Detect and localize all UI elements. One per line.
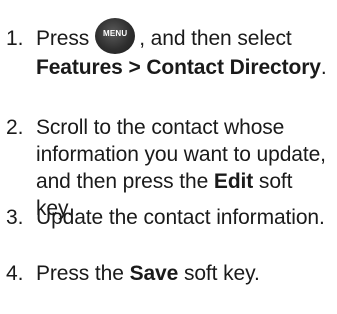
step-text-segment: Press bbox=[36, 27, 90, 50]
step-text: Press MENU , and then select Features > Co… bbox=[36, 18, 334, 81]
instruction-list: 1. Press MENU , and then select Features >… bbox=[0, 0, 337, 314]
step-text-segment: , and then select bbox=[139, 27, 292, 50]
step-text-segment: Press the bbox=[36, 262, 124, 285]
step-text-segment: . bbox=[320, 56, 327, 79]
soft-key-name: Edit bbox=[213, 170, 254, 193]
step-text: Press the Save soft key. bbox=[36, 260, 334, 287]
step-number: 4. bbox=[6, 262, 24, 285]
step-text-segment: Update the contact information. bbox=[36, 206, 325, 229]
step-text: Update the contact information. bbox=[36, 204, 334, 231]
step-number: 1. bbox=[6, 27, 24, 50]
step-4: 4. Press the Save soft key. bbox=[6, 260, 334, 287]
step-number: 2. bbox=[6, 116, 24, 139]
step-text-segment: soft key. bbox=[178, 262, 260, 285]
menu-key-icon: MENU bbox=[95, 18, 136, 54]
step-number: 3. bbox=[6, 206, 24, 229]
menu-key-label: MENU bbox=[103, 29, 128, 38]
menu-path: Features > Contact Directory bbox=[36, 56, 321, 79]
soft-key-name: Save bbox=[129, 262, 179, 285]
step-1: 1. Press MENU , and then select Features >… bbox=[6, 18, 334, 81]
step-3: 3. Update the contact information. bbox=[6, 204, 334, 231]
